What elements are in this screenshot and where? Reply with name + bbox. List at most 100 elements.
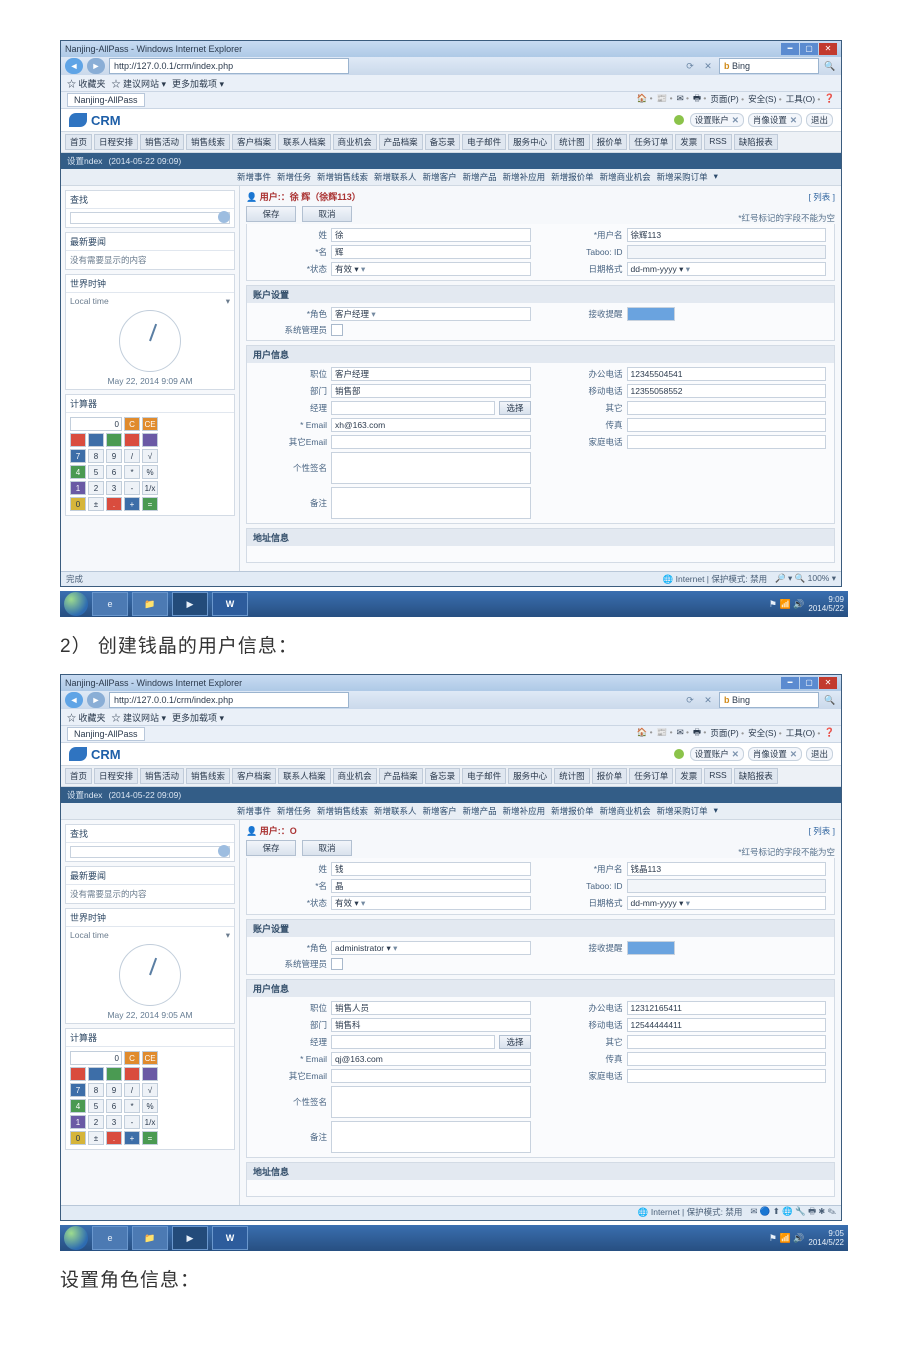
inp-other[interactable] [627,401,827,415]
calc-6b[interactable]: 6 [106,1099,122,1113]
mod2-15[interactable]: RSS [704,768,731,784]
search-go-icon[interactable] [218,211,230,223]
qc-more[interactable]: ▾ [714,171,718,183]
save-button-2[interactable]: 保存 [246,840,296,856]
calculator-2[interactable]: 0 C CE 789/√ 456*% 123-1/x 0±.+= [66,1047,234,1149]
inp-dept-2[interactable]: 销售科 [331,1018,531,1032]
mod-rss[interactable]: RSS [704,134,731,150]
search-engine-input-2[interactable]: b Bing [719,692,819,708]
mod-calendar[interactable]: 日程安排 [94,134,138,150]
mod-charts[interactable]: 统计图 [554,134,590,150]
cmd-safety-2[interactable]: 安全(S) [748,727,782,741]
cmd-tools[interactable]: 工具(O) [786,93,821,107]
suggested-sites[interactable]: ☆ 建议网站 ▾ [112,77,167,90]
mod-orders[interactable]: 任务订单 [629,134,673,150]
search-input[interactable] [70,212,230,224]
refresh-icon[interactable]: ⟳ [683,61,697,72]
mod2-16[interactable]: 缺陷报表 [734,768,778,784]
mod2-7[interactable]: 产品档案 [379,768,423,784]
calc-eqb[interactable]: = [142,1131,158,1145]
cmd-page[interactable]: 页面(P) [710,93,744,107]
inp-email2-2[interactable] [331,1069,531,1083]
refresh-icon-2[interactable]: ⟳ [683,695,697,706]
task-ie-2[interactable]: e [92,1226,128,1250]
calc-add[interactable]: + [124,497,140,511]
mod2-8[interactable]: 备忘录 [425,768,461,784]
calc-invb[interactable]: 1/x [142,1115,158,1129]
status-extra-2[interactable]: ✉ 🔵 ⬆ 🌐 🔧 🖶 ✱ ✎ [750,1206,836,1220]
inp-dept[interactable]: 销售部 [331,384,531,398]
cmd-print-2[interactable]: 🖶 [693,727,706,741]
inp-fax[interactable] [627,418,827,432]
inp-head-2[interactable]: 销售人员 [331,1001,531,1015]
calc-ce[interactable]: CE [142,417,158,431]
task-explorer[interactable]: 📁 [132,592,168,616]
qc-lead[interactable]: 新增销售线索 [317,171,368,183]
mod-contacts[interactable]: 联系人档案 [278,134,331,150]
task-media[interactable]: ▶ [172,592,208,616]
btn-pick-mgr[interactable]: 选择 [499,401,530,415]
inp-email[interactable]: xh@163.com [331,418,531,432]
inp-email2[interactable] [331,435,531,449]
ta-sign-2[interactable] [331,1086,531,1118]
qc2-7[interactable]: 新增报价单 [551,805,594,817]
qc-app[interactable]: 新增补应用 [503,171,546,183]
qc2-1[interactable]: 新增任务 [277,805,311,817]
close-button[interactable]: ✕ [819,43,837,55]
calc-c[interactable]: C [124,417,140,431]
sel-datefmt[interactable]: dd-mm-yyyy ▾ [627,262,827,276]
sel-role-2[interactable]: administrator ▾ [331,941,531,955]
calc-9[interactable]: 9 [106,449,122,463]
inp-office-2[interactable]: 12312165411 [627,1001,827,1015]
cmd-tools-2[interactable]: 工具(O) [786,727,821,741]
mod-accounts[interactable]: 客户档案 [232,134,276,150]
mod2-2[interactable]: 销售活动 [140,768,184,784]
sel-status[interactable]: 有效 ▾ [331,262,531,276]
qc-task[interactable]: 新增任务 [277,171,311,183]
mod2-4[interactable]: 客户档案 [232,768,276,784]
calc-dot[interactable]: . [106,497,122,511]
calc-dotb[interactable]: . [106,1131,122,1145]
calc-0[interactable]: 0 [70,497,86,511]
qc-product[interactable]: 新增产品 [463,171,497,183]
calc-subb[interactable]: - [124,1115,140,1129]
inp-uname-2[interactable]: 钱晶113 [627,862,827,876]
page-tab-2[interactable]: Nanjing-AllPass [67,727,145,741]
qc-contact[interactable]: 新增联系人 [374,171,417,183]
mod-home[interactable]: 首页 [65,134,92,150]
close-button-2[interactable]: ✕ [819,677,837,689]
logout-pill-2[interactable]: 退出 [806,747,833,761]
calc-r5[interactable] [142,1067,158,1081]
qc2-9[interactable]: 新增采购订单 [657,805,708,817]
calc-divb[interactable]: / [124,1083,140,1097]
mod-quotes[interactable]: 报价单 [592,134,628,150]
calc-addb[interactable]: + [124,1131,140,1145]
calc-1b[interactable]: 1 [70,1115,86,1129]
cancel-button[interactable]: 取消 [302,206,352,222]
more-addons-2[interactable]: 更多加载项 ▾ [172,711,224,724]
more-addons[interactable]: 更多加载项 ▾ [172,77,224,90]
mod-opps[interactable]: 商业机会 [333,134,377,150]
list-link[interactable]: [ 列表 ] [809,191,835,203]
cmd-mail-icon[interactable]: ✉ [677,93,689,107]
inp-fax-2[interactable] [627,1052,827,1066]
inp-mobile-2[interactable]: 12544444411 [627,1018,827,1032]
calc-mplus[interactable] [142,433,158,447]
calc-mr[interactable] [106,433,122,447]
portrait-set-pill-2[interactable]: 肖像设置✕ [748,747,802,761]
mod2-10[interactable]: 服务中心 [508,768,552,784]
forward-button[interactable]: ► [87,58,105,74]
cmd-home-2[interactable]: 🏠 [637,727,653,741]
calc-5b[interactable]: 5 [88,1099,104,1113]
calc-pctb[interactable]: % [142,1099,158,1113]
calc-2b[interactable]: 2 [88,1115,104,1129]
calc-mul[interactable]: * [124,465,140,479]
calc-r1[interactable] [70,1067,86,1081]
qc-account[interactable]: 新增客户 [423,171,457,183]
qc2-3[interactable]: 新增联系人 [374,805,417,817]
calc-r2[interactable] [88,1067,104,1081]
calc-6[interactable]: 6 [106,465,122,479]
task-explorer-2[interactable]: 📁 [132,1226,168,1250]
cmd-page-2[interactable]: 页面(P) [710,727,744,741]
search-go-icon-2[interactable]: 🔍 [823,695,837,706]
